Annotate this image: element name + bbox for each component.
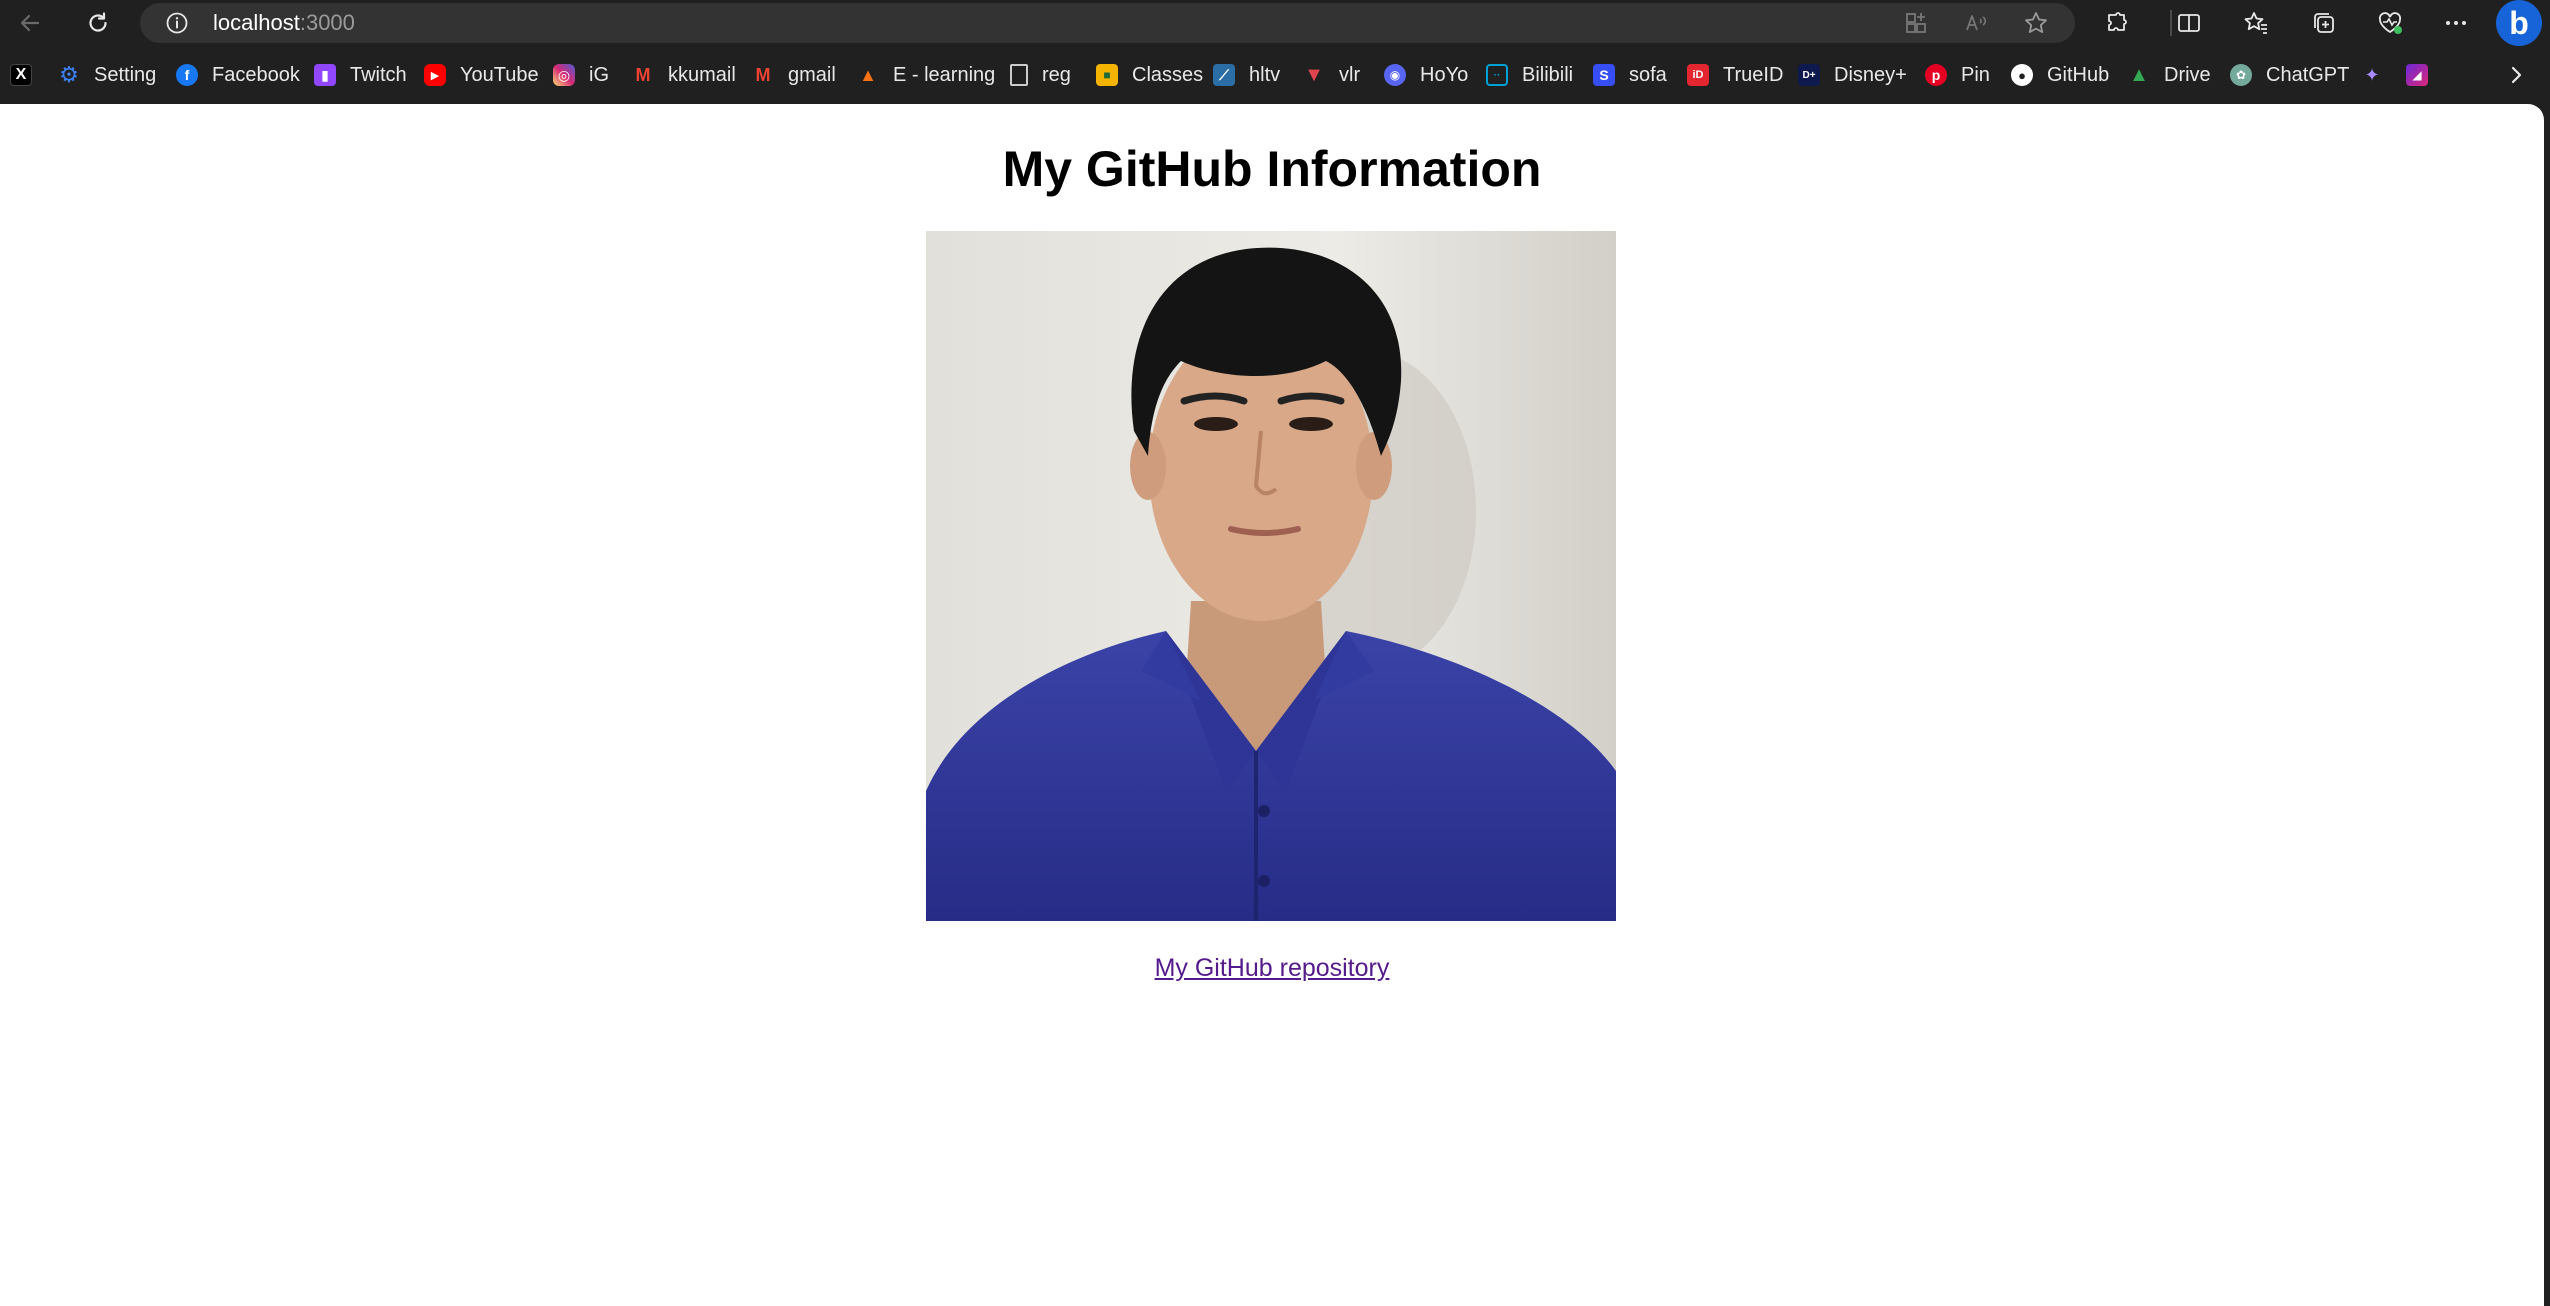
youtube-icon: ▶	[424, 64, 446, 86]
extensions-icon[interactable]	[2103, 9, 2131, 37]
bookmark-label: Setting	[94, 63, 157, 86]
trueid-icon: iD	[1687, 64, 1709, 86]
github-repository-link[interactable]: My GitHub repository	[1155, 954, 1390, 982]
read-aloud-icon[interactable]	[1962, 9, 1990, 37]
bookmark-label: HoYo	[1420, 63, 1469, 86]
vlr-icon: ▼	[1304, 63, 1324, 86]
bookmark-label: iG	[589, 63, 609, 86]
bookmark-label: reg	[1042, 63, 1071, 86]
bookmark-pin[interactable]: p Pin	[1925, 46, 1990, 104]
site-info-icon[interactable]	[165, 11, 189, 35]
bookmark-trueid[interactable]: iD TrueID	[1687, 46, 1783, 104]
bookmark-label: TrueID	[1723, 63, 1784, 86]
bookmark-github[interactable]: ● GitHub	[2011, 46, 2109, 104]
bookmark-e-learning[interactable]: ▲ E - learning	[857, 46, 995, 104]
address-bar[interactable]: localhost:3000	[140, 3, 2075, 43]
bookmark-app-2[interactable]: ◢	[2406, 46, 2442, 104]
reload-icon	[89, 12, 107, 32]
bookmark-label: Drive	[2164, 63, 2211, 86]
bookmark-label: Disney+	[1834, 63, 1907, 86]
bookmark-label: Classes	[1132, 63, 1204, 86]
bookmark-disney[interactable]: D+ Disney+	[1798, 46, 1907, 104]
bookmark-label: kkumail	[668, 63, 736, 86]
app-available-icon[interactable]	[1902, 9, 1930, 37]
more-options-icon[interactable]	[2442, 9, 2470, 37]
bookmark-label: Bilibili	[1522, 63, 1574, 86]
url-host: localhost	[213, 10, 300, 35]
chevron-right-icon[interactable]	[2502, 61, 2530, 89]
favorite-star-icon[interactable]	[2022, 9, 2050, 37]
bookmark-bilibili[interactable]: ·· Bilibili	[1486, 46, 1573, 104]
copilot-icon[interactable]: b	[2496, 0, 2542, 46]
gmail-icon: M	[755, 64, 771, 85]
app-icon: ◢	[2406, 64, 2428, 86]
hltv-icon: ⟋	[1213, 64, 1235, 86]
bookmark-label: E - learning	[893, 63, 996, 86]
browser-essentials-icon[interactable]	[2376, 9, 2404, 37]
bookmark-label: Twitch	[350, 63, 407, 86]
bookmark-classes[interactable]: ■ Classes	[1096, 46, 1203, 104]
disney-icon: D+	[1798, 64, 1820, 86]
collections-icon[interactable]	[2310, 9, 2338, 37]
bookmark-kkumail[interactable]: Mkkumail	[632, 46, 736, 104]
back-button[interactable]	[7, 0, 53, 46]
x-icon: X	[10, 64, 32, 86]
instagram-icon: ◎	[553, 64, 575, 86]
back-arrow-icon	[20, 14, 40, 32]
profile-photo	[926, 231, 1616, 921]
bookmark-label: YouTube	[460, 63, 539, 86]
bookmark-drive[interactable]: ▲ Drive	[2128, 46, 2211, 104]
page-icon	[1010, 64, 1028, 86]
browser-toolbar: localhost:3000 b	[0, 0, 2550, 46]
bookmark-setting[interactable]: ⚙ Setting	[58, 46, 156, 104]
pinterest-icon: p	[1925, 64, 1947, 86]
bookmark-hltv[interactable]: ⟋ hltv	[1213, 46, 1280, 104]
bookmark-facebook[interactable]: f Facebook	[176, 46, 300, 104]
rocket-icon: ▲	[859, 64, 877, 85]
bookmark-vlr[interactable]: ▼ vlr	[1303, 46, 1360, 104]
page-viewport: My GitHub Information My GitHub reposito…	[0, 104, 2544, 1306]
facebook-icon: f	[176, 64, 198, 86]
repo-link-container: My GitHub repository	[0, 954, 2544, 983]
profile-photo-image	[926, 231, 1616, 921]
bookmark-label: gmail	[788, 63, 836, 86]
discord-icon: ◉	[1384, 64, 1406, 86]
bookmark-reg[interactable]: reg	[1010, 46, 1071, 104]
url-text[interactable]: localhost:3000	[213, 3, 355, 43]
app-icon: ✦	[2364, 64, 2380, 85]
sofascore-icon: S	[1593, 64, 1615, 86]
toolbar-divider	[2170, 10, 2172, 36]
bookmark-app-1[interactable]: ✦	[2361, 46, 2397, 104]
bookmark-label: GitHub	[2047, 63, 2110, 86]
split-screen-icon[interactable]	[2175, 9, 2203, 37]
reload-button[interactable]	[75, 0, 121, 46]
url-port: :3000	[299, 10, 355, 35]
bookmark-chatgpt[interactable]: ✿ ChatGPT	[2230, 46, 2349, 104]
bookmark-label: sofa	[1629, 63, 1667, 86]
bookmark-label: ChatGPT	[2266, 63, 2350, 86]
bookmark-sofa[interactable]: Ssofa	[1593, 46, 1667, 104]
bookmark-label: Facebook	[212, 63, 300, 86]
bookmark-youtube[interactable]: ▶ YouTube	[424, 46, 539, 104]
chatgpt-icon: ✿	[2230, 64, 2252, 86]
bookmark-x[interactable]: X	[10, 46, 46, 104]
bookmark-twitch[interactable]: ▮ Twitch	[314, 46, 407, 104]
bookmark-hoyo[interactable]: ◉ HoYo	[1384, 46, 1468, 104]
bilibili-icon: ··	[1486, 64, 1508, 86]
twitch-icon: ▮	[314, 64, 336, 86]
bookmark-ig[interactable]: ◎ iG	[553, 46, 609, 104]
classroom-icon: ■	[1096, 64, 1118, 86]
page-title: My GitHub Information	[1002, 141, 1542, 197]
bookmark-gmail[interactable]: Mgmail	[752, 46, 836, 104]
github-icon: ●	[2011, 64, 2033, 86]
gmail-icon: M	[635, 64, 651, 85]
bookmark-label: Pin	[1961, 63, 1990, 86]
drive-icon: ▲	[2129, 63, 2149, 86]
bookmark-label: vlr	[1339, 63, 1361, 86]
favorites-icon[interactable]	[2242, 9, 2270, 37]
bookmark-label: hltv	[1249, 63, 1281, 86]
bookmarks-bar: X ⚙ Setting f Facebook ▮ Twitch ▶ YouTube ◎ i…	[0, 46, 2550, 104]
gear-icon: ⚙	[59, 62, 79, 87]
